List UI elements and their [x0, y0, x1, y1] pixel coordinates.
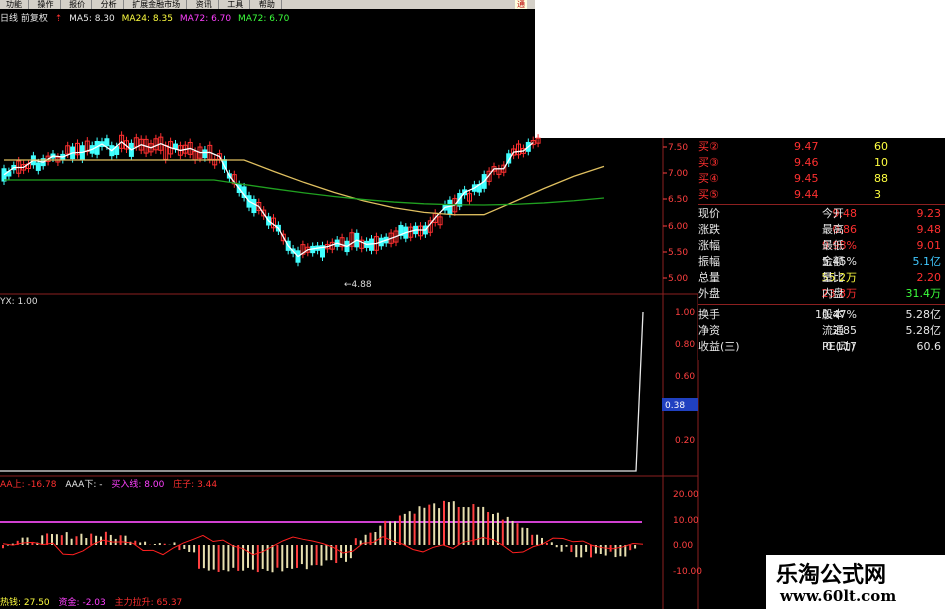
quote-label: 振幅 [698, 255, 720, 268]
bid-price: 9.47 [794, 140, 819, 153]
quote-label: 外盘 [698, 287, 720, 300]
ind2-tick-label: 10.00 [673, 516, 699, 526]
indicator1-label: YX: 1.00 [0, 297, 38, 307]
fund-value: 资金: -2.03 [58, 598, 106, 608]
price-tick-label: 5.00 [668, 274, 688, 284]
indicator2-info: AA上: -16.78 AAA下: - 买入线: 8.00 庄子: 3.44 [0, 479, 223, 491]
bid-row[interactable]: 买④ 9.45 88 [698, 173, 945, 185]
ind1-tick-label: 0.80 [675, 340, 695, 350]
quote-row: 外盘 23.8万 内盘 31.4万 [698, 288, 945, 300]
quote-value: 5.1亿 [912, 255, 942, 268]
quote-row: 涨跌 0.86 最高 9.48 [698, 224, 945, 236]
ind2-line [2, 534, 644, 556]
candle-body [35, 162, 41, 171]
price-tick-label: 7.50 [668, 143, 688, 153]
ind1-tick-label: 0.20 [675, 436, 695, 446]
quote-value: 60.6 [916, 340, 942, 353]
quote-value: 5.28亿 [905, 308, 942, 321]
bid-row[interactable]: 买⑤ 9.44 3 [698, 189, 945, 201]
cursor-value-label: 0.38 [665, 401, 685, 411]
quote-row: 涨幅 9.98% 最低 9.01 [698, 240, 945, 252]
bid-label: 买④ [698, 172, 719, 185]
bid-volume: 3 [874, 188, 881, 201]
quote-label: 换手 [698, 308, 720, 321]
bid-label: 买⑤ [698, 188, 719, 201]
quote-value: 5.28亿 [905, 324, 942, 337]
candle-body [104, 138, 110, 147]
price-tick-label: 6.00 [668, 222, 688, 232]
quote-label: 最低 [822, 239, 844, 252]
bottom-indicator-info: 热钱: 27.50 资金: -2.03 主力拉升: 65.37 [0, 597, 188, 609]
low-price-label: ←4.88 [344, 280, 372, 290]
candle-body [202, 149, 208, 159]
bid-volume: 10 [874, 156, 888, 169]
divider [698, 204, 945, 205]
main-force-value: 主力拉升: 65.37 [114, 598, 183, 608]
quote-label: 流通 [822, 324, 844, 337]
bid-price: 9.46 [794, 156, 819, 169]
buy-line-value: 买入线: 8.00 [111, 480, 165, 490]
candle-body [251, 198, 257, 214]
quote-panel: 买② 9.47 60 买③ 9.46 10 买④ 9.45 88 买⑤ 9.44… [698, 138, 945, 360]
watermark-title: 乐淘公式网 [776, 562, 887, 588]
quote-label: 量比 [822, 271, 844, 284]
quote-value: 2.20 [916, 271, 942, 284]
divider [698, 304, 945, 305]
quote-label: 涨幅 [698, 239, 720, 252]
quote-label: PE(动) [822, 340, 856, 353]
quote-value: 9.48 [916, 223, 942, 236]
quote-label: 涨跌 [698, 223, 720, 236]
bid-volume: 60 [874, 140, 888, 153]
quote-value: 31.4万 [905, 287, 942, 300]
quote-label: 收益(三) [698, 340, 740, 353]
quote-row: 收益(三) 0.117 PE(动) 60.6 [698, 341, 945, 353]
bid-price: 9.44 [794, 188, 819, 201]
quote-label: 内盘 [822, 287, 844, 300]
quote-label: 股本 [822, 308, 844, 321]
price-tick-label: 5.50 [668, 248, 688, 258]
price-tick-label: 6.50 [668, 195, 688, 205]
bid-row[interactable]: 买③ 9.46 10 [698, 157, 945, 169]
hot-money-value: 热钱: 27.50 [0, 598, 50, 608]
quote-row: 总量 55.2万 量比 2.20 [698, 272, 945, 284]
watermark-url: www.60lt.com [780, 587, 897, 605]
ma24-line [4, 159, 605, 216]
quote-row: 净资 2.85 流通 5.28亿 [698, 325, 945, 337]
chengzi-value: 庄子: 3.44 [173, 480, 218, 490]
ind2-tick-label: -10.00 [673, 567, 702, 577]
bid-row[interactable]: 买② 9.47 60 [698, 141, 945, 153]
bid-label: 买② [698, 140, 719, 153]
quote-label: 现价 [698, 207, 720, 220]
ind1-line [0, 311, 644, 472]
quote-label: 今开 [822, 207, 844, 220]
quote-label: 金额 [822, 255, 844, 268]
ind1-tick-label: 1.00 [675, 308, 695, 318]
aa-up-value: AA上: -16.78 [0, 480, 57, 490]
ind1-tick-label: 0.60 [675, 372, 695, 382]
watermark: 乐淘公式网 www.60lt.com [766, 555, 945, 609]
bid-volume: 88 [874, 172, 888, 185]
ind2-tick-label: 0.00 [673, 541, 693, 551]
quote-row: 现价 9.48 今开 9.23 [698, 208, 945, 220]
bid-price: 9.45 [794, 172, 819, 185]
quote-label: 最高 [822, 223, 844, 236]
quote-row: 换手 10.47% 股本 5.28亿 [698, 309, 945, 321]
ind2-tick-label: 20.00 [673, 490, 699, 500]
bid-label: 买③ [698, 156, 719, 169]
quote-value: 9.23 [916, 207, 942, 220]
aa-down-value: AAA下: - [65, 480, 103, 490]
quote-value: 9.01 [916, 239, 942, 252]
quote-row: 振幅 5.45% 金额 5.1亿 [698, 256, 945, 268]
quote-label: 净资 [698, 324, 720, 337]
quote-label: 总量 [698, 271, 720, 284]
price-tick-label: 7.00 [668, 169, 688, 179]
